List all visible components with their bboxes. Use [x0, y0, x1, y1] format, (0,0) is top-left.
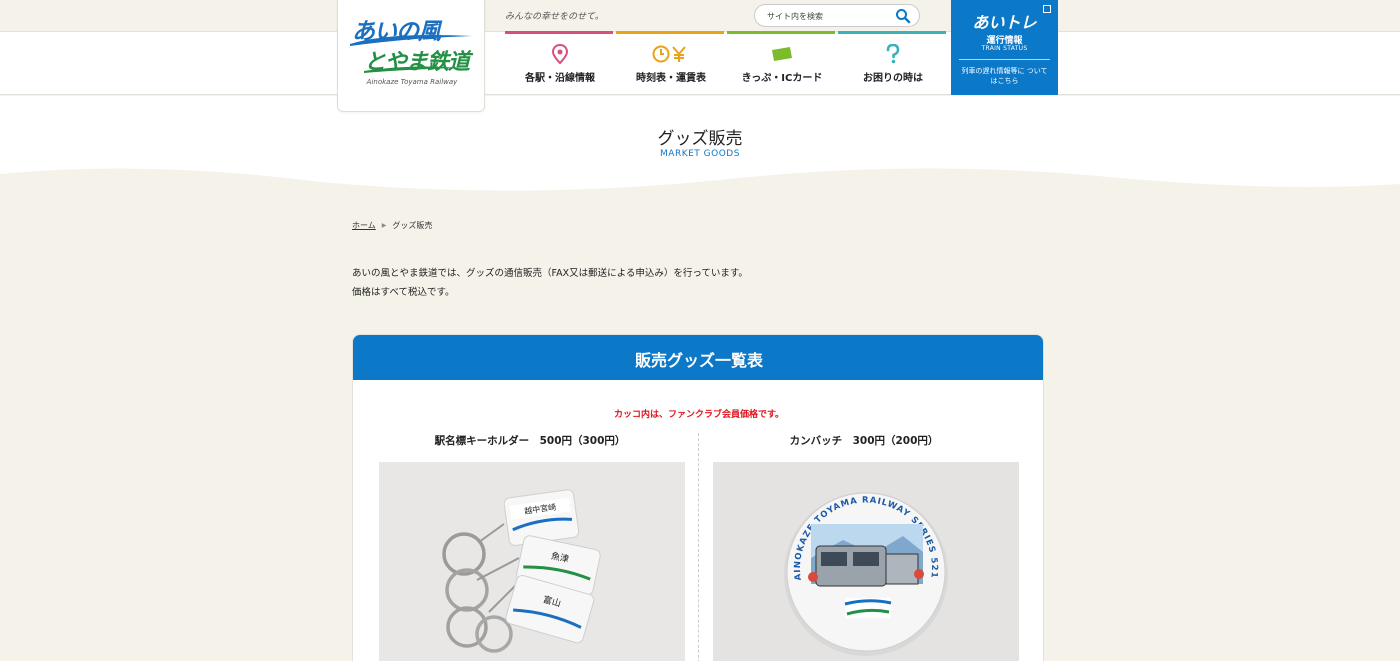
top-strip	[0, 0, 1400, 32]
ticket-icon	[727, 43, 837, 65]
nav-help[interactable]: お困りの時は	[838, 31, 948, 95]
hero-wave	[0, 168, 1400, 210]
nav-label-stations: 各駅・沿線情報	[525, 73, 595, 84]
breadcrumb: ホーム ▶ グッズ販売	[352, 220, 432, 231]
search-box[interactable]	[754, 4, 920, 27]
train-status-panel[interactable]: あいトレ 運行情報 TRAIN STATUS 列車の遅れ情報等に ついてはこちら	[951, 0, 1058, 95]
goods-card: 販売グッズ一覧表 カッコ内は、ファンクラブ会員価格です。 駅名標キーホルダー 5…	[352, 334, 1044, 661]
nav-stations[interactable]: 各駅・沿線情報	[505, 31, 615, 95]
breadcrumb-current: グッズ販売	[392, 221, 433, 230]
badge-photo: AINOKAZE TOYAMA RAILWAY SERIES 521	[713, 462, 1019, 661]
breadcrumb-home-link[interactable]: ホーム	[352, 220, 376, 231]
nav-label-timetable: 時刻表・運賃表	[636, 73, 706, 84]
nav-bar-stations	[505, 31, 613, 34]
goods-item-name-badge: カンバッチ 300円（200円）	[789, 435, 939, 447]
clock-yen-icon	[616, 43, 726, 65]
aitore-note: 列車の遅れ情報等に ついてはこちら	[961, 67, 1048, 85]
logo-english: Ainokaze Toyama Railway	[366, 78, 458, 86]
intro-line-2: 価格はすべて税込です。	[352, 287, 455, 298]
map-pin-icon	[505, 43, 615, 65]
nav-tickets[interactable]: きっぷ・ICカード	[727, 31, 837, 95]
search-input[interactable]	[767, 9, 897, 23]
site-logo[interactable]: あいの風 とやま鉄道 Ainokaze Toyama Railway	[337, 0, 485, 112]
nav-label-help: お困りの時は	[863, 73, 923, 84]
logo-text-line1: あいの風	[352, 19, 441, 45]
aitore-subtitle: TRAIN STATUS	[981, 45, 1028, 52]
column-divider	[698, 433, 699, 661]
goods-card-title: 販売グッズ一覧表	[634, 351, 763, 370]
nav-bar-tickets	[727, 31, 835, 34]
nav-bar-help	[838, 31, 946, 34]
logo-underline-icon	[364, 66, 460, 73]
member-price-note: カッコ内は、ファンクラブ会員価格です。	[613, 410, 785, 420]
intro-line-1: あいの風とやま鉄道では、グッズの通信販売（FAX又は郵送による申込み）を行ってい…	[352, 268, 748, 279]
nav-label-tickets: きっぷ・ICカード	[741, 73, 823, 84]
question-icon	[838, 43, 948, 65]
page-subtitle: MARKET GOODS	[660, 149, 740, 159]
keychain-photo: 越中宮崎 魚津 富山	[379, 462, 685, 661]
nav-timetable[interactable]: 時刻表・運賃表	[616, 31, 726, 95]
search-icon[interactable]	[895, 8, 911, 24]
tagline: みんなの幸せをのせて。	[505, 12, 604, 22]
breadcrumb-separator-icon: ▶	[381, 222, 387, 229]
goods-item-name-keychain: 駅名標キーホルダー 500円（300円）	[434, 435, 626, 447]
nav-bar-timetable	[616, 31, 724, 34]
goods-card-header: 販売グッズ一覧表	[353, 335, 1043, 380]
page-title: グッズ販売	[657, 129, 743, 149]
intro-text: あいの風とやま鉄道では、グッズの通信販売（FAX又は郵送による申込み）を行ってい…	[352, 264, 748, 302]
aitore-divider	[959, 59, 1050, 60]
aitore-brand: あいトレ	[972, 13, 1037, 32]
